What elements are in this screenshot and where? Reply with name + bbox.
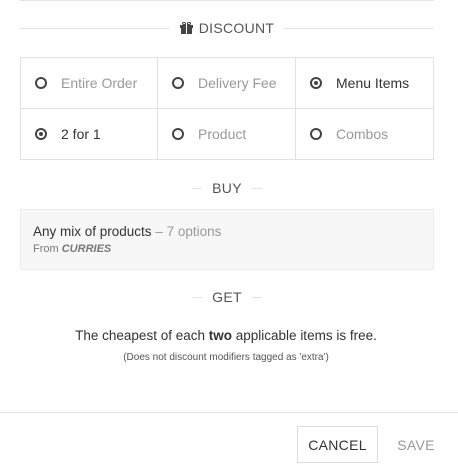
buy-header-label: BUY	[212, 180, 242, 196]
option-delivery-fee[interactable]: Delivery Fee	[158, 58, 296, 109]
products-summary: Any mix of products – 7 options	[33, 224, 421, 239]
save-button[interactable]: SAVE	[392, 426, 440, 463]
option-label: Combos	[336, 126, 389, 142]
discount-type-options: Entire Order Delivery Fee Menu Items 2 f…	[20, 57, 434, 160]
get-text-after: applicable items is free.	[235, 328, 377, 343]
get-quantity[interactable]: two	[209, 328, 232, 343]
gift-icon	[179, 22, 193, 34]
get-section-header: GET	[20, 287, 434, 307]
radio-icon	[172, 77, 184, 89]
products-source: From CURRIES	[33, 243, 421, 255]
top-divider	[20, 0, 434, 1]
buy-products-selector[interactable]: Any mix of products – 7 options From CUR…	[20, 209, 434, 270]
get-text-before: The cheapest of each	[75, 328, 205, 343]
radio-icon	[35, 77, 47, 89]
source-name: CURRIES	[61, 243, 112, 255]
discount-header-text: DISCOUNT	[198, 20, 275, 36]
option-label: Menu Items	[336, 75, 410, 91]
option-combos[interactable]: Combos	[296, 109, 433, 159]
radio-icon	[172, 128, 184, 140]
divider-line	[192, 296, 203, 298]
divider-line	[20, 27, 170, 29]
cancel-button[interactable]: CANCEL	[297, 426, 378, 463]
option-2-for-1[interactable]: 2 for 1	[21, 109, 158, 159]
divider-line	[251, 187, 262, 189]
discount-section-header: DISCOUNT	[20, 18, 435, 38]
option-menu-items[interactable]: Menu Items	[296, 58, 433, 109]
products-text: Any mix of products	[33, 224, 152, 239]
get-description: The cheapest of each two applicable item…	[0, 328, 452, 343]
footer-divider	[0, 412, 458, 413]
divider-line	[192, 187, 203, 189]
divider-line	[251, 296, 262, 298]
options-count: – 7 options	[155, 224, 222, 239]
option-product[interactable]: Product	[158, 109, 296, 159]
divider-line	[284, 27, 435, 29]
buy-section-header: BUY	[20, 178, 434, 198]
get-note: (Does not discount modifiers tagged as '…	[123, 352, 329, 363]
radio-selected-icon	[35, 128, 47, 140]
option-label: 2 for 1	[61, 126, 101, 142]
radio-icon	[310, 128, 322, 140]
option-label: Product	[198, 126, 247, 142]
option-label: Entire Order	[61, 75, 138, 91]
get-header-label: GET	[212, 289, 242, 305]
radio-selected-icon	[310, 77, 322, 89]
from-label: From	[33, 243, 59, 255]
option-entire-order[interactable]: Entire Order	[21, 58, 158, 109]
discount-header-label: DISCOUNT	[170, 20, 285, 36]
option-label: Delivery Fee	[198, 75, 277, 91]
